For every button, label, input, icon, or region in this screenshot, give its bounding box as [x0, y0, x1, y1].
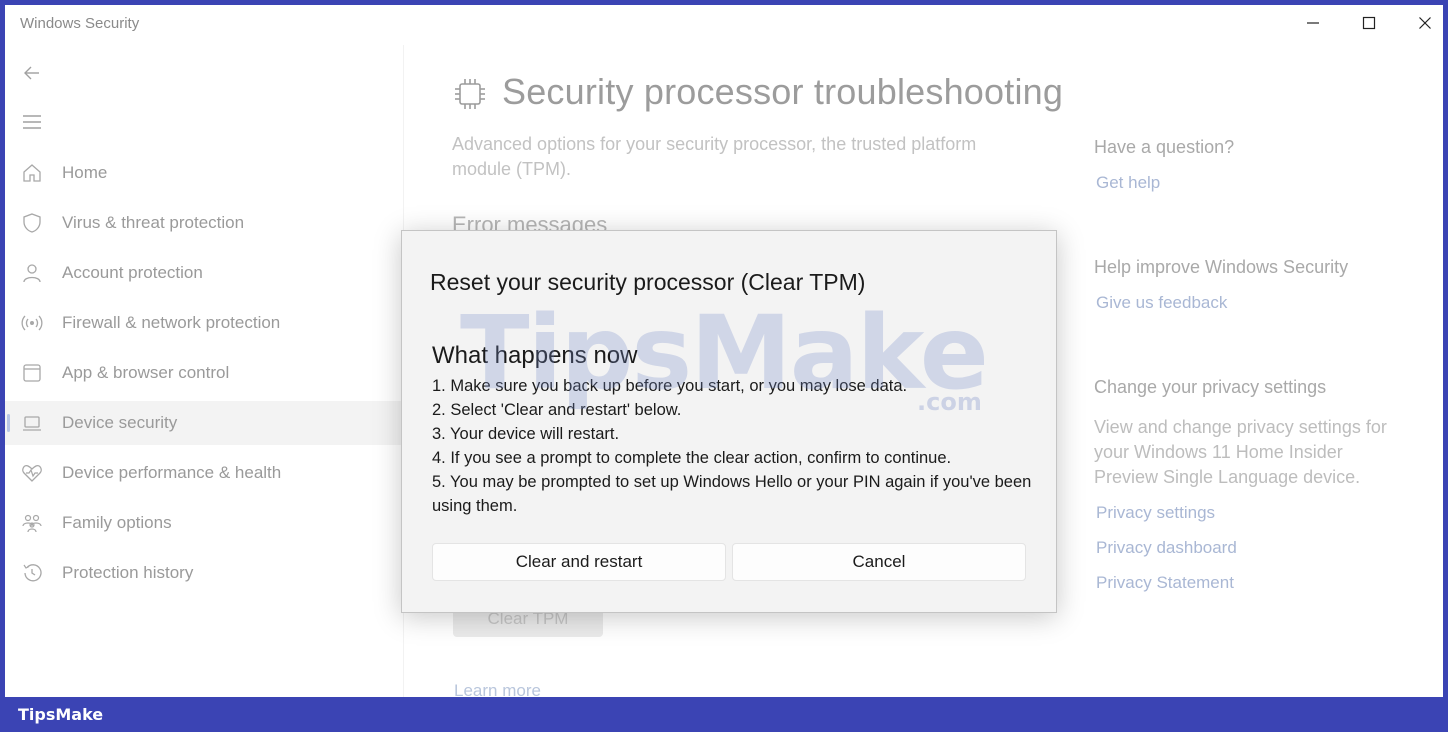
nav-item-label: Device security — [62, 413, 178, 432]
close-button[interactable] — [1397, 5, 1443, 41]
nav-item-virus-threat-protection[interactable]: Virus & threat protection — [5, 201, 403, 245]
nav-item-device-performance-health[interactable]: Device performance & health — [5, 451, 403, 495]
minimize-icon — [1307, 22, 1319, 24]
browser-window-icon — [21, 362, 43, 384]
shield-icon — [21, 212, 43, 234]
maximize-icon — [1362, 16, 1376, 30]
feedback-link[interactable]: Give us feedback — [1096, 293, 1227, 313]
back-arrow-icon — [24, 66, 39, 80]
privacy-settings-link[interactable]: Privacy settings — [1096, 503, 1215, 523]
family-icon — [21, 512, 43, 534]
dialog-step: 4. If you see a prompt to complete the c… — [432, 449, 952, 467]
app-title: Windows Security — [20, 15, 140, 32]
page-title: Security processor troubleshooting — [502, 71, 1064, 112]
have-question-heading: Have a question? — [1094, 137, 1235, 157]
menu-button[interactable] — [21, 111, 43, 133]
nav-item-label: Protection history — [62, 563, 194, 582]
close-icon — [1419, 17, 1431, 29]
nav-item-label: Account protection — [62, 263, 203, 282]
nav-item-firewall-network-protection[interactable]: Firewall & network protection — [5, 301, 403, 345]
app-window: Windows Security Home Virus & threat pro… — [5, 5, 1443, 697]
learn-more-link[interactable]: Learn more — [454, 681, 541, 697]
help-improve-heading: Help improve Windows Security — [1094, 257, 1349, 277]
dialog-step: 3. Your device will restart. — [432, 425, 620, 443]
page-description: Advanced options for your security proce… — [452, 134, 977, 179]
watermark-footer-bar: TipsMake — [0, 697, 1448, 732]
nav-item-protection-history[interactable]: Protection history — [5, 551, 403, 595]
maximize-button[interactable] — [1341, 5, 1397, 41]
nav-item-label: App & browser control — [62, 363, 230, 382]
nav-item-device-security[interactable]: Device security — [5, 401, 403, 445]
nav-item-home[interactable]: Home — [5, 151, 403, 195]
get-help-link[interactable]: Get help — [1096, 173, 1160, 193]
privacy-statement-link[interactable]: Privacy Statement — [1096, 573, 1234, 593]
title-bar: Windows Security — [5, 5, 1443, 41]
active-indicator — [7, 414, 10, 432]
watermark-logo: TipsMake — [460, 294, 989, 413]
nav-item-label: Device performance & health — [62, 463, 282, 482]
heart-pulse-icon — [21, 462, 43, 484]
nav-item-account-protection[interactable]: Account protection — [5, 251, 403, 295]
nav-item-app-browser-control[interactable]: App & browser control — [5, 351, 403, 395]
cancel-button[interactable]: Cancel — [732, 543, 1026, 581]
nav-item-family-options[interactable]: Family options — [5, 501, 403, 545]
chip-icon — [453, 77, 487, 111]
history-icon — [21, 562, 43, 584]
back-button[interactable] — [21, 62, 43, 84]
person-icon — [21, 262, 43, 284]
nav-item-label: Virus & threat protection — [62, 213, 245, 232]
antenna-icon — [21, 312, 43, 334]
privacy-heading: Change your privacy settings — [1094, 377, 1327, 397]
privacy-description: View and change privacy settings for you… — [1094, 417, 1387, 487]
clear-tpm-dialog: Reset your security processor (Clear TPM… — [401, 230, 1057, 613]
dialog-step: 5. You may be prompted to set up Windows… — [432, 473, 1032, 515]
hamburger-menu-icon — [23, 115, 41, 129]
minimize-button[interactable] — [1285, 5, 1341, 41]
watermark-domain: .com — [917, 388, 982, 416]
privacy-dashboard-link[interactable]: Privacy dashboard — [1096, 538, 1237, 558]
nav-item-label: Family options — [62, 513, 172, 532]
footer-brand: TipsMake — [18, 705, 104, 724]
clear-and-restart-button[interactable]: Clear and restart — [432, 543, 726, 581]
nav-item-label: Home — [62, 163, 108, 182]
home-icon — [21, 162, 43, 184]
nav-item-label: Firewall & network protection — [62, 313, 281, 332]
dialog-title: Reset your security processor (Clear TPM… — [430, 269, 866, 295]
laptop-icon — [21, 412, 43, 434]
